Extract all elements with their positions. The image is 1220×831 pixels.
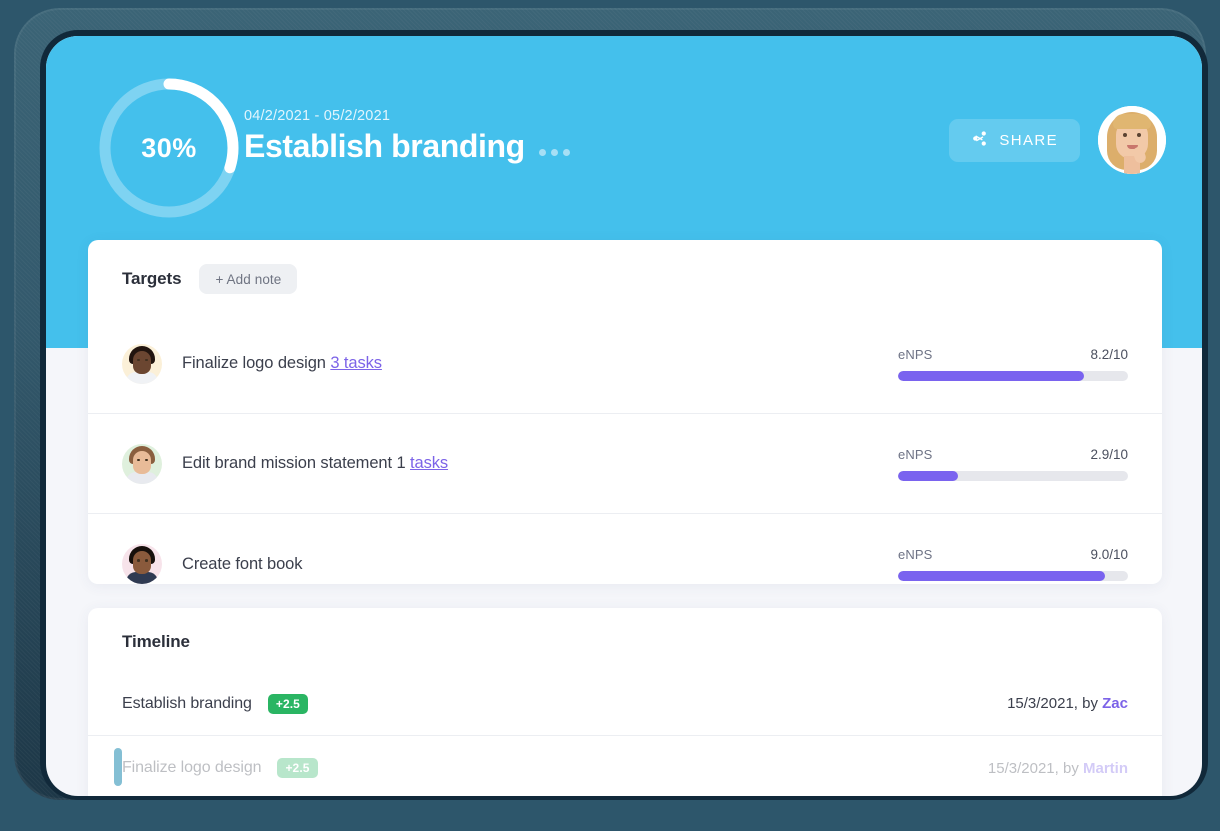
progress-bar [898, 370, 1128, 381]
progress-bar-fill [898, 470, 958, 481]
score-delta-badge: +2.5 [267, 693, 308, 714]
date-range: 04/2/2021 - 05/2/2021 [244, 108, 391, 124]
timeline-entry-name: Finalize logo design [122, 759, 262, 776]
targets-row-list: Finalize logo design 3 tasks eNPS 8.2/10 Ed… [88, 314, 1162, 614]
enps-metric: eNPS 2.9/10 [898, 447, 1128, 481]
frame-outer-bezel: 30% 04/2/2021 - 05/2/2021 Establish bran… [14, 8, 1208, 800]
share-icon [971, 130, 988, 150]
progress-bar [898, 571, 1128, 581]
table-row[interactable]: Edit brand mission statement 1 tasks eNPS… [88, 414, 1162, 514]
timeline-entry-name: Establish branding [122, 694, 252, 712]
device-frame: 30% 04/2/2021 - 05/2/2021 Establish bran… [0, 0, 1220, 831]
target-name: Edit brand mission statement 1 [182, 454, 406, 472]
table-row[interactable]: Finalize logo design 3 tasks eNPS 8.2/10 [88, 314, 1162, 414]
metric-value: 9.0/10 [1090, 547, 1128, 562]
scrollbar-handle[interactable] [114, 748, 122, 786]
targets-card-header: Targets + Add note [88, 240, 1162, 294]
metric-label: eNPS [898, 446, 933, 462]
target-name: Create font book [182, 554, 303, 573]
metric-value: 8.2/10 [1090, 346, 1128, 362]
page-title: Establish branding [244, 128, 525, 164]
share-button-label: SHARE [999, 131, 1058, 149]
target-label: Edit brand mission statement 1 tasks [182, 454, 448, 473]
header-text-block: 04/2/2021 - 05/2/2021 Establish branding [244, 108, 570, 165]
target-name: Finalize logo design [182, 354, 326, 372]
timeline-author[interactable]: Zac [1102, 695, 1128, 712]
avatar[interactable] [122, 544, 162, 584]
enps-metric: eNPS 8.2/10 [898, 347, 1128, 381]
target-label: Finalize logo design 3 tasks [182, 354, 382, 373]
progress-bar-fill [898, 370, 1085, 381]
timeline-entry-meta: 15/3/2021, by Martin [988, 760, 1128, 777]
list-item[interactable]: Finalize logo design +2.5 15/3/2021, by Ma… [88, 736, 1162, 796]
targets-card: Targets + Add note Finalize logo design … [88, 240, 1162, 584]
timeline-author[interactable]: Martin [1083, 760, 1128, 777]
timeline-row-list: Establish branding +2.5 15/3/2021, by Zac F… [88, 672, 1162, 796]
ellipsis-menu-icon[interactable] [538, 137, 570, 156]
header-actions: SHARE [949, 106, 1166, 174]
timeline-title: Timeline [122, 632, 190, 651]
timeline-card-header: Timeline [88, 608, 1162, 652]
progress-bar-fill [898, 571, 1105, 581]
list-item[interactable]: Establish branding +2.5 15/3/2021, by Zac [88, 672, 1162, 736]
progress-percent-label: 30% [141, 132, 197, 163]
timeline-date: 15/3/2021, by [1007, 695, 1103, 712]
timeline-date: 15/3/2021, by [987, 759, 1083, 777]
tasks-link[interactable]: 3 tasks [330, 354, 382, 372]
targets-title: Targets [122, 269, 182, 288]
progress-bar [898, 470, 1128, 481]
metric-label: eNPS [898, 547, 933, 562]
app-screen: 30% 04/2/2021 - 05/2/2021 Establish bran… [46, 36, 1202, 796]
table-row[interactable]: Create font book eNPS 9.0/10 [88, 514, 1162, 614]
timeline-card: Timeline Establish branding +2.5 15/3/2021… [88, 608, 1162, 796]
progress-donut: 30% [90, 69, 248, 227]
tasks-link[interactable]: tasks [410, 454, 448, 472]
avatar[interactable] [122, 343, 162, 384]
score-delta-badge: +2.5 [277, 758, 318, 778]
metric-value: 2.9/10 [1090, 446, 1128, 462]
share-button[interactable]: SHARE [949, 118, 1080, 162]
target-label: Create font book [182, 554, 303, 574]
timeline-entry-meta: 15/3/2021, by Zac [1007, 695, 1128, 712]
metric-label: eNPS [898, 346, 933, 362]
add-note-button[interactable]: + Add note [199, 264, 298, 294]
avatar[interactable] [1098, 106, 1166, 174]
enps-metric: eNPS 9.0/10 [898, 547, 1128, 581]
avatar[interactable] [122, 443, 162, 484]
